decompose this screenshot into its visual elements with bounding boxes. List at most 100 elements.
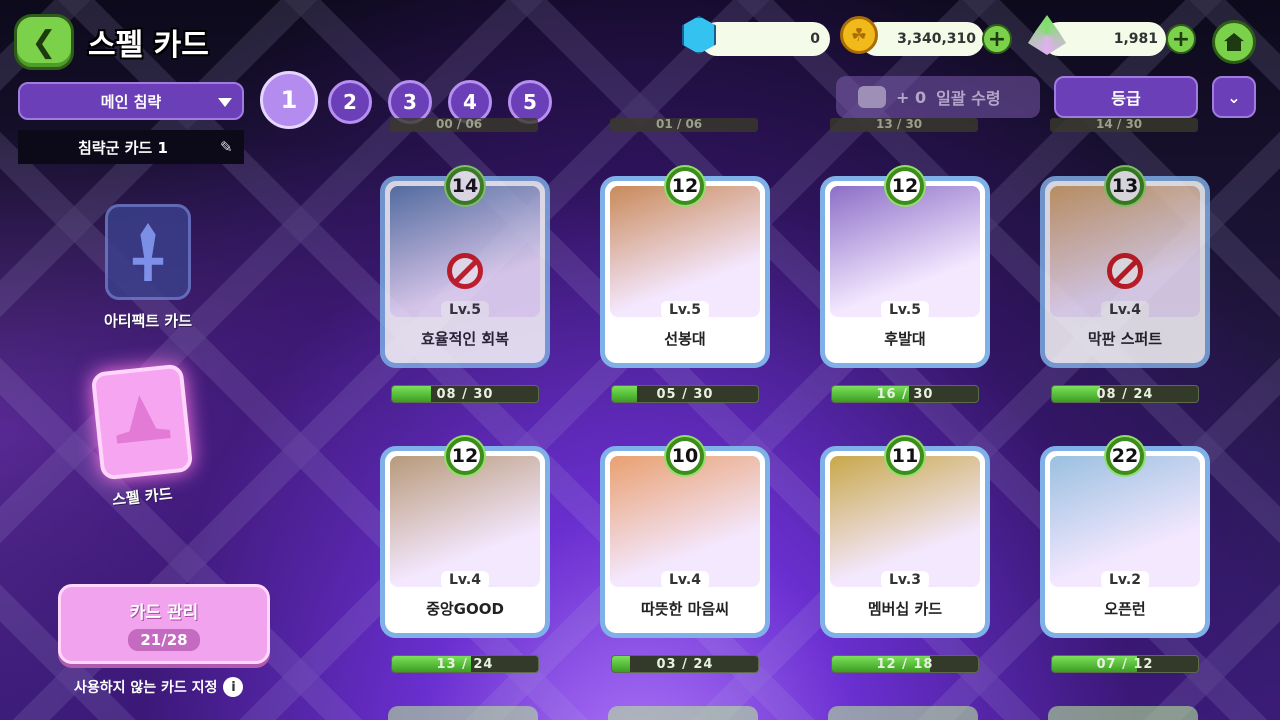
card-name: 막판 스퍼트 (1087, 330, 1163, 348)
card-level: Lv.5 (881, 301, 929, 319)
card-progress-bar: 16 / 30 (831, 385, 979, 403)
card-name: 따뜻한 마음씨 (640, 600, 730, 618)
card-star-badge: 11 (886, 437, 924, 475)
info-icon[interactable]: i (223, 677, 244, 697)
spell-card[interactable]: 13 Lv.4 막판 스퍼트 (1040, 167, 1210, 368)
spell-card[interactable]: 11 Lv.3 멤버십 카드 (820, 437, 990, 638)
card-illustration (610, 186, 760, 317)
witch-hat-icon (90, 363, 194, 481)
card-illustration (1050, 186, 1200, 317)
sort-order-button[interactable]: ⌄ (1212, 76, 1256, 118)
prohibited-icon (447, 253, 483, 289)
card-name: 중앙GOOD (426, 600, 504, 618)
spell-card[interactable]: 12 Lv.5 선봉대 (600, 167, 770, 368)
spell-card[interactable]: 10 Lv.4 따뜻한 마음씨 (600, 437, 770, 638)
sidebar-item-artifact[interactable]: 아티팩트 카드 (104, 204, 192, 331)
card-star-badge: 14 (446, 167, 484, 205)
sidebar-item-label: 아티팩트 카드 (104, 312, 193, 330)
spell-card[interactable]: 12 Lv.5 후발대 (820, 167, 990, 368)
deck-tab-2[interactable]: 2 (328, 80, 372, 124)
card-progress-bar: 03 / 24 (611, 655, 759, 673)
card-progress-bar: 05 / 30 (611, 385, 759, 403)
card-illustration (830, 186, 980, 317)
deck-dropdown[interactable]: 메인 침략 (18, 82, 244, 120)
home-icon (1224, 33, 1244, 51)
peek-card (1048, 706, 1198, 720)
card-star-badge: 12 (666, 167, 704, 205)
gem-value: 0 (810, 31, 820, 47)
peek-progress-text: 14 / 30 (1096, 117, 1143, 131)
card-manage-button[interactable]: 카드 관리 21/28 (58, 584, 270, 664)
back-button[interactable]: ❮ (14, 14, 74, 70)
card-name: 후발대 (884, 330, 926, 348)
card-level: Lv.4 (1101, 301, 1149, 319)
prohibited-icon (1107, 253, 1143, 289)
card-level: Lv.5 (441, 301, 489, 319)
spell-card[interactable]: 12 Lv.4 중앙GOOD (380, 437, 550, 638)
hand-card-icon (858, 86, 886, 108)
card-star-badge: 13 (1106, 167, 1144, 205)
card-progress-text: 08 / 24 (1096, 386, 1154, 402)
card-progress-text: 16 / 30 (876, 386, 934, 402)
home-button[interactable] (1212, 20, 1256, 64)
card-progress-bar: 08 / 30 (391, 385, 539, 403)
card-progress-text: 05 / 30 (656, 386, 714, 402)
bulk-claim-button[interactable]: + 0 일괄 수령 (836, 76, 1040, 118)
card-progress-text: 08 / 30 (436, 386, 494, 402)
card-progress-text: 07 / 12 (1096, 656, 1154, 672)
caret-down-icon (218, 98, 232, 107)
card-progress-text: 12 / 18 (876, 656, 934, 672)
card-progress-text: 03 / 24 (656, 656, 714, 672)
card-name: 효율적인 회복 (420, 330, 510, 348)
page-title: 스펠 카드 (88, 28, 209, 63)
peek-card (828, 706, 978, 720)
bulk-count: + 0 (896, 87, 927, 107)
double-chevron-down-icon: ⌄ (1227, 87, 1241, 107)
grade-sort-button[interactable]: 등급 (1054, 76, 1198, 118)
card-level: Lv.4 (441, 571, 489, 589)
card-star-badge: 12 (886, 167, 924, 205)
card-star-badge: 22 (1106, 437, 1144, 475)
leaf-icon (1026, 12, 1068, 58)
card-illustration (610, 456, 760, 587)
card-name: 멤버십 카드 (867, 600, 943, 618)
peek-card (388, 706, 538, 720)
card-illustration (390, 186, 540, 317)
sword-icon (105, 204, 192, 300)
sidebar-item-spell[interactable]: 스펠 카드 (90, 363, 194, 510)
card-level: Lv.4 (661, 571, 709, 589)
card-name: 오픈런 (1104, 600, 1146, 618)
coin-icon: ☘ (838, 12, 880, 58)
card-progress-bar: 13 / 24 (391, 655, 539, 673)
add-coin-button[interactable]: + (982, 24, 1012, 54)
card-name: 선봉대 (664, 330, 706, 348)
deck-tab-1[interactable]: 1 (260, 71, 318, 129)
leaf-value: 1,981 (1113, 31, 1158, 47)
spell-card[interactable]: 14 Lv.5 효율적인 회복 (380, 167, 550, 368)
bulk-label: 일괄 수령 (936, 89, 1001, 108)
peek-progress-text: 13 / 30 (876, 117, 923, 131)
card-illustration (390, 456, 540, 587)
card-progress-bar: 07 / 12 (1051, 655, 1199, 673)
chevron-left-icon: ❮ (31, 24, 57, 60)
card-progress-bar: 08 / 24 (1051, 385, 1199, 403)
spell-card[interactable]: 22 Lv.2 오픈런 (1040, 437, 1210, 638)
card-progress-text: 13 / 24 (436, 656, 494, 672)
card-manage-count: 21/28 (128, 628, 200, 651)
coin-value: 3,340,310 (897, 31, 976, 47)
card-level: Lv.5 (661, 301, 709, 319)
card-manage-label: 카드 관리 (129, 602, 199, 623)
card-illustration (830, 456, 980, 587)
card-illustration (1050, 456, 1200, 587)
card-level: Lv.3 (881, 571, 929, 589)
card-progress-bar: 12 / 18 (831, 655, 979, 673)
card-star-badge: 10 (666, 437, 704, 475)
peek-progress-text: 00 / 06 (436, 117, 483, 131)
sidebar-item-label: 스펠 카드 (111, 484, 174, 510)
unused-card-setting[interactable]: 사용하지 않는 카드 지정 i (74, 677, 244, 697)
pencil-icon[interactable]: ✎ (220, 138, 236, 156)
add-leaf-button[interactable]: + (1166, 24, 1196, 54)
deck-dropdown-label: 메인 침략 (100, 92, 162, 111)
deck-name-text: 침략군 카드 1 (78, 138, 168, 157)
gem-icon (678, 12, 720, 58)
